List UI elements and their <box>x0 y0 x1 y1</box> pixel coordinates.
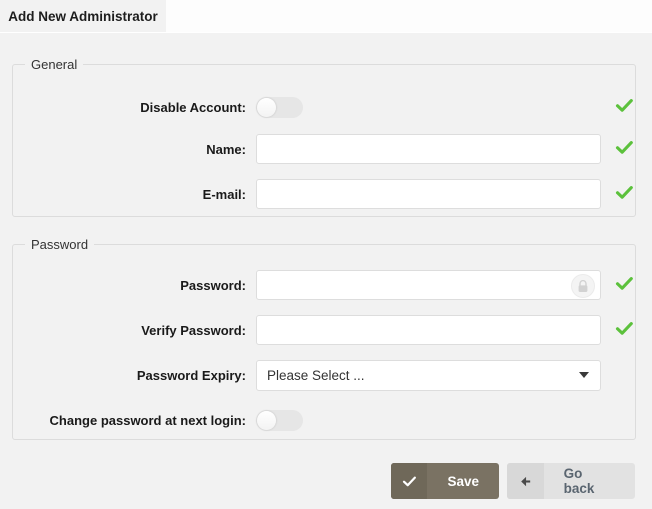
fieldset-general: General Disable Account: Name: E-mail: <box>12 57 636 217</box>
check-icon <box>615 277 633 290</box>
footer-button-bar: Save Go back <box>0 455 652 509</box>
fieldset-password-legend: Password <box>31 237 89 252</box>
go-back-button[interactable]: Go back <box>507 463 635 499</box>
row-email: E-mail: <box>13 179 635 209</box>
check-glyph <box>402 476 416 486</box>
email-label: E-mail: <box>202 186 246 202</box>
row-change-password-next-login: Change password at next login: <box>13 405 635 435</box>
password-label: Password: <box>180 277 246 293</box>
verify-password-valid-check <box>613 319 635 338</box>
save-button[interactable]: Save <box>391 463 499 499</box>
verify-password-input-wrap <box>256 315 601 345</box>
fieldset-general-legend: General <box>31 57 78 72</box>
row-disable-account: Disable Account: <box>13 92 635 122</box>
lock-icon[interactable] <box>571 274 595 298</box>
disable-account-label: Disable Account: <box>140 99 246 115</box>
name-input-wrap <box>256 134 601 164</box>
tab-bar-empty-area <box>166 0 652 32</box>
password-valid-check <box>613 274 635 293</box>
name-label: Name: <box>206 141 246 157</box>
verify-password-input[interactable] <box>256 315 601 345</box>
tab-bar: Add New Administrator <box>0 0 652 33</box>
row-verify-password: Verify Password: <box>13 315 635 345</box>
check-icon <box>615 186 633 199</box>
row-password: Password: <box>13 270 635 300</box>
password-input[interactable] <box>256 270 601 300</box>
go-back-button-label: Go back <box>563 466 595 496</box>
password-expiry-select[interactable]: Please Select ... <box>256 359 601 391</box>
check-icon <box>615 322 633 335</box>
email-input-wrap <box>256 179 601 209</box>
password-input-wrap <box>256 270 601 300</box>
disable-account-valid-check <box>613 96 635 115</box>
chevron-down-icon <box>579 372 589 378</box>
lock-glyph <box>578 279 588 292</box>
toggle-knob <box>257 97 276 117</box>
password-expiry-label: Password Expiry: <box>136 367 246 383</box>
change-password-next-login-toggle[interactable] <box>256 409 303 431</box>
check-icon <box>391 463 428 499</box>
tab-add-new-administrator[interactable]: Add New Administrator <box>0 0 166 32</box>
check-icon <box>615 141 633 154</box>
email-valid-check <box>613 183 635 202</box>
fieldset-password: Password Password: Verify Password: Pass… <box>12 237 636 440</box>
arrow-left-glyph <box>521 476 530 486</box>
save-button-label: Save <box>447 473 479 489</box>
name-valid-check <box>613 138 635 157</box>
password-expiry-selected-value: Please Select ... <box>267 367 365 383</box>
toggle-knob <box>257 410 276 430</box>
email-input[interactable] <box>256 179 601 209</box>
disable-account-toggle[interactable] <box>256 96 303 118</box>
name-input[interactable] <box>256 134 601 164</box>
form-area: General Disable Account: Name: E-mail: P… <box>0 33 652 509</box>
check-icon <box>615 99 633 112</box>
arrow-left-icon <box>507 463 544 499</box>
change-password-next-login-label: Change password at next login: <box>49 412 246 428</box>
row-name: Name: <box>13 134 635 164</box>
row-password-expiry: Password Expiry: Please Select ... <box>13 359 635 391</box>
tab-label: Add New Administrator <box>8 8 158 24</box>
verify-password-label: Verify Password: <box>141 322 246 338</box>
